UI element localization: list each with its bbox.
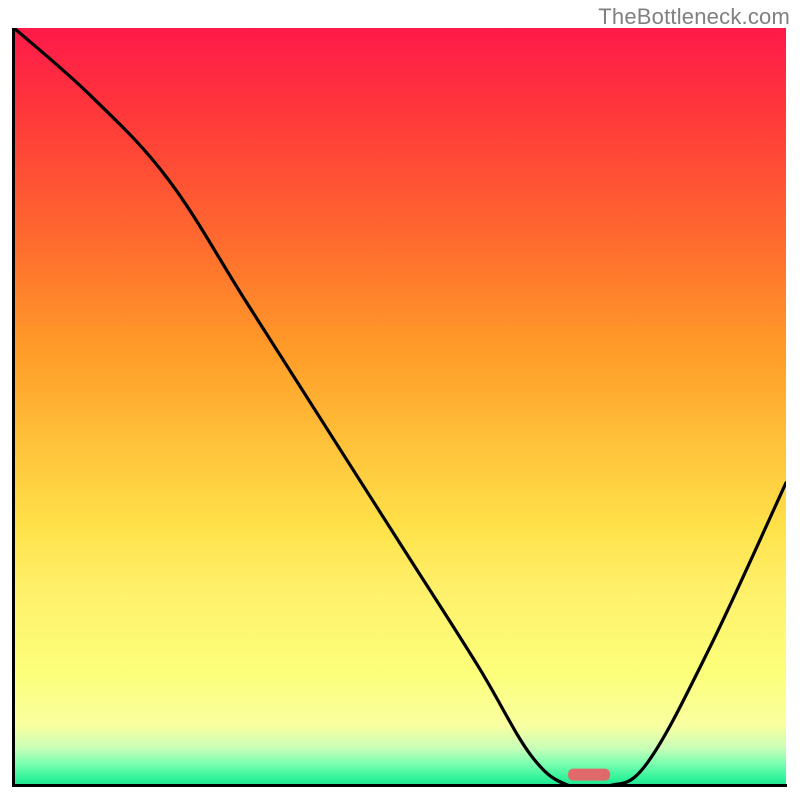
watermark-label: TheBottleneck.com bbox=[598, 4, 790, 30]
optimal-marker bbox=[568, 769, 610, 781]
y-axis-line bbox=[12, 28, 15, 786]
chart-svg bbox=[14, 28, 786, 786]
x-axis-line bbox=[12, 784, 787, 787]
bottleneck-curve bbox=[14, 28, 786, 786]
chart-stage: TheBottleneck.com bbox=[0, 0, 800, 800]
